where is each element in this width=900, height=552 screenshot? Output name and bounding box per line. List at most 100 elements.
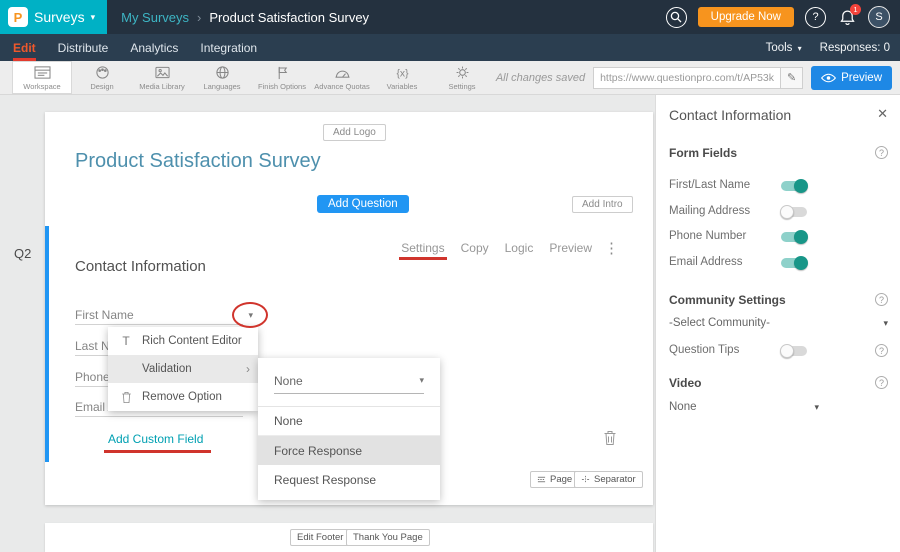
tab-edit[interactable]: Edit — [13, 34, 36, 61]
more-options-icon[interactable]: ⋮ — [604, 239, 619, 257]
edit-footer-button[interactable]: Edit Footer — [290, 529, 350, 546]
breadcrumb-separator: › — [197, 10, 201, 25]
field-options-caret-icon[interactable]: ▾ — [248, 310, 253, 321]
help-icon: ? — [812, 11, 818, 23]
menu-item-validation[interactable]: Validation › — [108, 355, 258, 383]
submenu-arrow-icon: › — [246, 362, 250, 376]
toolbar-media-library[interactable]: Media Library — [132, 61, 192, 94]
avatar[interactable]: S — [868, 6, 890, 28]
toolbar-languages[interactable]: Languages — [192, 61, 252, 94]
separator-button[interactable]: Separator — [574, 471, 643, 488]
top-bar: P Surveys ▾ My Surveys › Product Satisfa… — [0, 0, 900, 34]
help-icon[interactable]: ? — [875, 146, 888, 159]
field-first-name[interactable]: First Name ▾ — [75, 308, 243, 325]
breadcrumb: My Surveys › Product Satisfaction Survey — [121, 10, 369, 25]
toolbar-design[interactable]: Design — [72, 61, 132, 94]
validation-submenu: None ▾ None Force Response Request Respo… — [258, 358, 440, 500]
question-action-row: Settings Copy Logic Preview ⋮ — [401, 239, 619, 257]
add-intro-button[interactable]: Add Intro — [572, 196, 633, 213]
pencil-icon: ✎ — [787, 72, 796, 84]
page-break-icon — [537, 475, 546, 484]
notification-badge: 1 — [850, 4, 861, 15]
finish-options-icon — [273, 65, 292, 80]
toggle-mailing-address[interactable] — [781, 207, 807, 217]
validation-option-force-response[interactable]: Force Response — [258, 436, 440, 465]
toggle-question-tips[interactable] — [781, 346, 807, 356]
gear-icon — [453, 65, 472, 80]
panel-title: Contact Information — [669, 107, 791, 123]
search-icon — [670, 11, 682, 23]
survey-url-input[interactable] — [594, 68, 780, 88]
add-logo-button[interactable]: Add Logo — [323, 124, 386, 141]
menu-item-rich-content-editor[interactable]: T Rich Content Editor — [108, 327, 258, 355]
question-logic-link[interactable]: Logic — [505, 241, 534, 255]
validation-option-request-response[interactable]: Request Response — [258, 465, 440, 494]
workspace-icon — [33, 65, 52, 80]
question-preview-link[interactable]: Preview — [549, 241, 592, 255]
tab-analytics[interactable]: Analytics — [130, 34, 178, 61]
tab-distribute[interactable]: Distribute — [58, 34, 109, 61]
nav-right: Tools ▾ Responses: 0 — [766, 34, 890, 61]
validation-select[interactable]: None ▾ — [274, 368, 424, 394]
separator-icon — [581, 475, 590, 484]
row-question-tips: Question Tips — [669, 344, 888, 360]
design-icon — [93, 65, 112, 80]
help-icon[interactable]: ? — [875, 293, 888, 306]
trash-icon — [118, 391, 134, 404]
toolbar-advance-quotas[interactable]: Advance Quotas — [312, 61, 372, 94]
toolbar-settings[interactable]: Settings — [432, 61, 492, 94]
help-icon[interactable]: ? — [875, 344, 888, 357]
section-video: Video — [669, 376, 701, 390]
question-number: Q2 — [14, 246, 31, 261]
add-question-button[interactable]: Add Question — [317, 195, 409, 213]
toolbar-workspace[interactable]: Workspace — [12, 61, 72, 94]
svg-text:{x}: {x} — [396, 68, 409, 79]
row-email-address: Email Address — [669, 256, 888, 272]
edit-url-button[interactable]: ✎ — [780, 68, 802, 88]
toolbar-variables[interactable]: {x} Variables — [372, 61, 432, 94]
help-icon[interactable]: ? — [875, 376, 888, 389]
question-settings-panel: Contact Information ✕ Form Fields ? Firs… — [655, 95, 900, 552]
nav-tabs: Edit Distribute Analytics Integration — [0, 34, 257, 61]
caret-down-icon: ▾ — [795, 44, 801, 53]
video-select[interactable]: None ▾ — [669, 401, 819, 413]
question-copy-link[interactable]: Copy — [461, 241, 489, 255]
tab-integration[interactable]: Integration — [200, 34, 257, 61]
delete-question-icon[interactable] — [603, 430, 617, 451]
toggle-first-last-name[interactable] — [781, 181, 807, 191]
add-custom-field-link[interactable]: Add Custom Field — [108, 432, 203, 446]
community-select[interactable]: -Select Community- ▾ — [669, 317, 888, 329]
question-settings-link[interactable]: Settings — [401, 241, 444, 255]
field-options-menu: T Rich Content Editor Validation › Remov… — [108, 327, 258, 411]
validation-option-none[interactable]: None — [258, 407, 440, 436]
survey-title[interactable]: Product Satisfaction Survey — [75, 150, 321, 173]
row-first-last-name: First/Last Name — [669, 179, 888, 195]
variables-icon: {x} — [393, 65, 412, 80]
annotation-underline-add-custom — [104, 450, 211, 453]
close-icon[interactable]: ✕ — [877, 106, 888, 122]
product-switcher[interactable]: P Surveys ▾ — [0, 0, 107, 34]
section-form-fields: Form Fields — [669, 146, 737, 160]
toolbar-right: All changes saved ✎ Preview — [496, 61, 892, 94]
editor-toolbar: Workspace Design Media Library Languages… — [0, 61, 900, 95]
question-title[interactable]: Contact Information — [75, 258, 206, 275]
preview-button[interactable]: Preview — [811, 66, 892, 90]
media-library-icon — [153, 65, 172, 80]
upgrade-now-button[interactable]: Upgrade Now — [698, 7, 794, 27]
notifications-button[interactable]: 1 — [837, 7, 857, 27]
main-nav: Edit Distribute Analytics Integration To… — [0, 34, 900, 61]
breadcrumb-my-surveys[interactable]: My Surveys — [121, 10, 189, 25]
toolbar-finish-options[interactable]: Finish Options — [252, 61, 312, 94]
survey-url-field: ✎ — [593, 67, 803, 89]
product-switcher-label: Surveys — [34, 9, 85, 25]
annotation-underline-settings — [399, 257, 446, 260]
thank-you-page-button[interactable]: Thank You Page — [346, 529, 430, 546]
help-button[interactable]: ? — [805, 7, 826, 28]
toggle-email-address[interactable] — [781, 258, 807, 268]
questionpro-logo: P — [8, 7, 28, 27]
menu-item-remove-option[interactable]: Remove Option — [108, 383, 258, 411]
tools-menu[interactable]: Tools ▾ — [766, 42, 802, 54]
toggle-phone-number[interactable] — [781, 232, 807, 242]
search-button[interactable] — [666, 7, 687, 28]
caret-down-icon: ▾ — [419, 375, 424, 386]
